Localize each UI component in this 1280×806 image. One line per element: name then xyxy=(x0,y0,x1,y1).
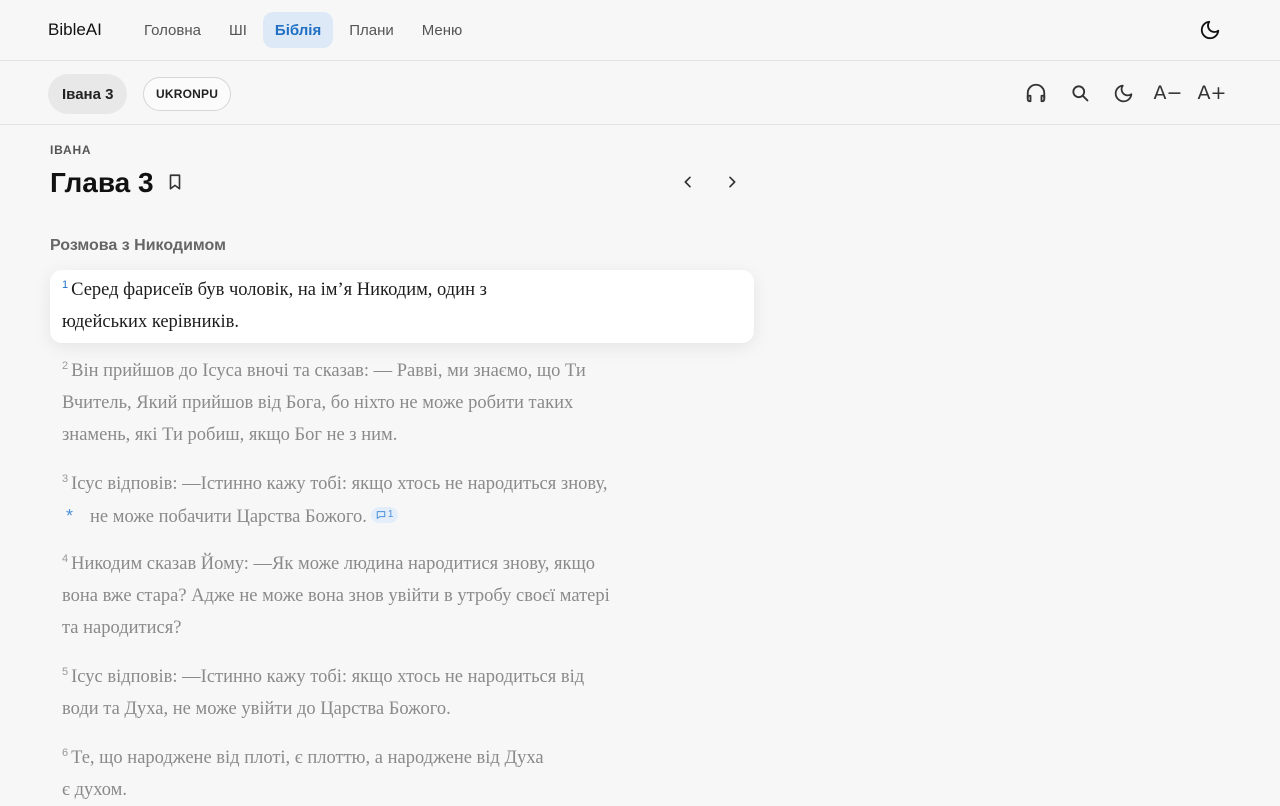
verse-text: не може побачити Царства Божого. xyxy=(90,507,367,527)
top-nav-bar: BibleAI Головна ШІ Біблія Плани Меню xyxy=(0,0,1280,61)
reader-theme-button[interactable] xyxy=(1109,79,1137,107)
verse-text: Те, що народжене від плоті, є плоттю, а … xyxy=(71,748,544,768)
notes-badge[interactable]: 1 xyxy=(370,507,399,523)
search-button[interactable] xyxy=(1066,79,1094,107)
verse-4[interactable]: 4 Никодим сказав Йому: —Як може людина на… xyxy=(62,548,702,644)
comment-icon xyxy=(376,511,386,519)
verse-text: Вчитель, Який прийшов від Бога, бо ніхто… xyxy=(62,393,574,413)
theme-toggle-button[interactable] xyxy=(1194,14,1226,46)
chapter-title: Глава 3 xyxy=(50,167,154,198)
verse-text: вона вже стара? Адже не може вона знов у… xyxy=(62,586,610,606)
prev-chapter-button[interactable] xyxy=(676,170,700,194)
chevron-left-icon xyxy=(684,176,691,188)
verse-text: та народитися? xyxy=(62,618,182,638)
footnote-marker[interactable]: * xyxy=(66,500,88,532)
audio-button[interactable] xyxy=(1022,79,1050,107)
next-chapter-button[interactable] xyxy=(720,170,744,194)
verse-number: 2 xyxy=(62,359,69,372)
verse-text: Ісус відповів: —Істинно кажу тобі: якщо … xyxy=(71,667,585,687)
verse-number: 6 xyxy=(62,746,69,759)
search-icon xyxy=(1072,85,1089,102)
verse-number: 5 xyxy=(62,665,69,678)
headphones-icon xyxy=(1026,83,1046,103)
verse-text: є духом. xyxy=(62,780,128,800)
verse-text: знамень, які Ти робиш, якщо Бог не з ним… xyxy=(62,425,398,445)
moon-icon xyxy=(1114,84,1132,102)
font-increase-button[interactable]: A+ xyxy=(1198,79,1227,107)
verse-number: 4 xyxy=(62,552,69,565)
main-nav: Головна ШІ Біблія Плани Меню xyxy=(132,12,474,48)
reader-toolbar: Івана 3 UKRONPU A− A+ xyxy=(0,61,1280,125)
bookmark-button[interactable] xyxy=(164,171,186,193)
nav-item-plans[interactable]: Плани xyxy=(337,12,406,48)
verse-3[interactable]: 3 Ісус відповів: —Істинно кажу тобі: якщо… xyxy=(62,468,702,533)
verse-text: Серед фарисеїв був чоловік, на ім’я Нико… xyxy=(71,280,487,300)
nav-item-ai[interactable]: ШІ xyxy=(217,12,259,48)
nav-item-home[interactable]: Головна xyxy=(132,12,213,48)
verse-5[interactable]: 5 Ісус відповів: —Істинно кажу тобі: якщо… xyxy=(62,661,702,725)
verse-number: 1 xyxy=(62,278,69,291)
nav-item-menu[interactable]: Меню xyxy=(410,12,475,48)
chapter-selector[interactable]: Івана 3 xyxy=(48,74,128,114)
notes-count: 1 xyxy=(387,509,394,520)
verse-text: Він прийшов до Ісуса вночі та сказав: — … xyxy=(71,361,586,381)
chevron-right-icon xyxy=(729,176,736,188)
verse-text: юдейських керівників. xyxy=(62,312,239,332)
verse-text: Ісус відповів: —Істинно кажу тобі: якщо … xyxy=(71,474,608,494)
verse-text: води та Духа, не може увійти до Царства … xyxy=(62,699,451,719)
brand-logo[interactable]: BibleAI xyxy=(48,20,102,40)
nav-item-bible[interactable]: Біблія xyxy=(262,12,334,48)
moon-icon xyxy=(1200,20,1220,40)
verse-2[interactable]: 2 Він прийшов до Ісуса вночі та сказав: —… xyxy=(62,355,702,451)
verse-number: 3 xyxy=(62,472,69,485)
verse-text: Никодим сказав Йому: —Як може людина нар… xyxy=(71,554,595,574)
verse-1[interactable]: 1 Серед фарисеїв був чоловік, на ім’я Ник… xyxy=(62,274,702,338)
version-selector[interactable]: UKRONPU xyxy=(143,77,232,111)
section-heading: Розмова з Никодимом xyxy=(50,237,226,254)
bookmark-icon xyxy=(169,174,181,190)
book-label: ІВАНА xyxy=(50,143,92,157)
verse-6[interactable]: 6 Те, що народжене від плоті, є плоттю, а… xyxy=(62,742,702,806)
font-decrease-button[interactable]: A− xyxy=(1154,79,1183,107)
